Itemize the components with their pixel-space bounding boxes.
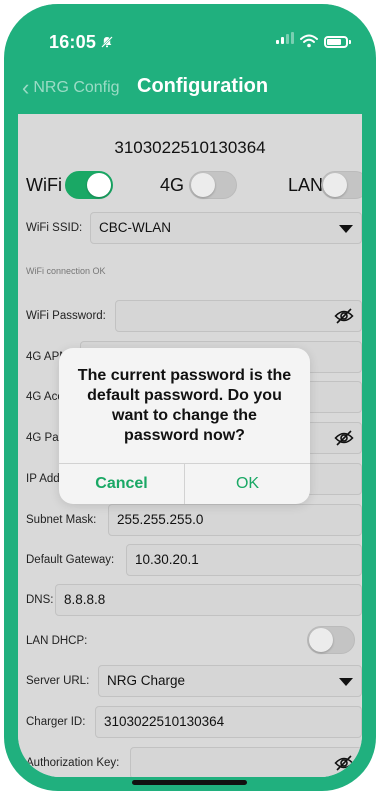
change-password-alert: The current password is the default pass… (59, 348, 310, 504)
phone-frame: 16:05 ‹ NRG Config Configuration 3103022… (4, 4, 376, 791)
home-indicator (132, 780, 247, 785)
alert-buttons: Cancel OK (59, 463, 310, 504)
alert-message: The current password is the default pass… (77, 367, 292, 444)
cancel-button[interactable]: Cancel (59, 464, 185, 504)
ok-button[interactable]: OK (185, 464, 310, 504)
